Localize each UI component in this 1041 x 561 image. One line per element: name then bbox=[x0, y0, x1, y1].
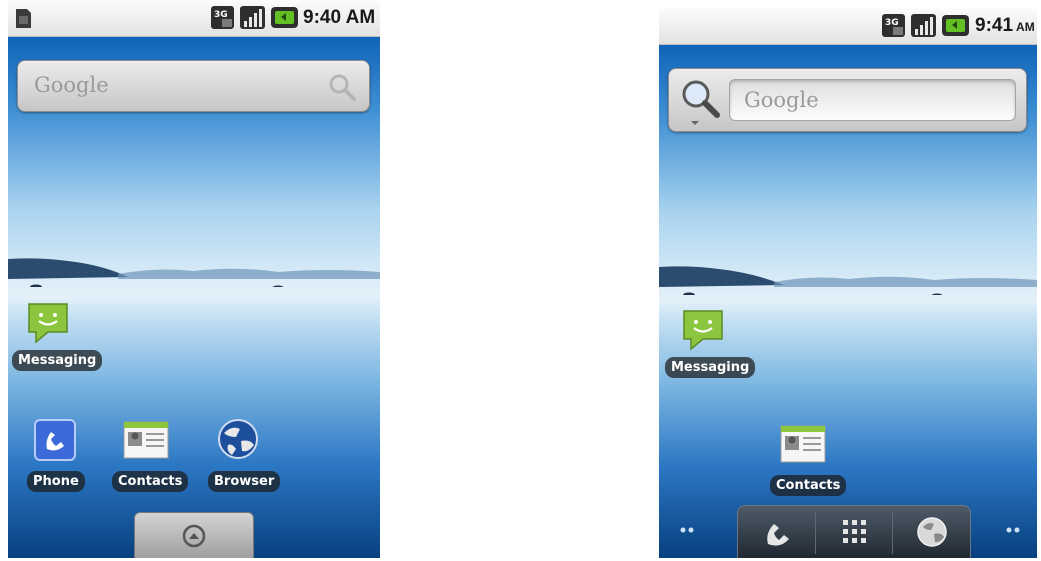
all-apps-grid-icon[interactable] bbox=[841, 518, 869, 546]
app-drawer-handle[interactable] bbox=[134, 512, 254, 558]
search-input[interactable]: Google bbox=[729, 79, 1016, 121]
shortcut-label-contacts[interactable]: Contacts bbox=[770, 475, 847, 496]
shortcut-label-phone[interactable]: Phone bbox=[27, 471, 85, 492]
status-time: 9:40 AM bbox=[303, 7, 376, 28]
dock bbox=[737, 505, 971, 558]
signal-icon bbox=[240, 6, 265, 29]
status-bar: 3G 9:41 AM bbox=[659, 8, 1037, 45]
google-search-widget[interactable]: Google bbox=[668, 68, 1027, 132]
browser-icon[interactable] bbox=[214, 415, 262, 463]
battery-icon bbox=[942, 15, 969, 36]
contacts-icon[interactable] bbox=[779, 424, 827, 464]
phone-icon[interactable] bbox=[33, 418, 77, 462]
3g-icon: 3G bbox=[882, 14, 905, 37]
mountains-graphic bbox=[8, 258, 380, 287]
status-bar: 3G 9:40 AM bbox=[8, 0, 380, 37]
shortcut-label-contacts[interactable]: Contacts bbox=[112, 471, 189, 492]
search-icon[interactable] bbox=[327, 72, 357, 102]
contacts-icon[interactable] bbox=[122, 420, 170, 460]
messaging-icon[interactable] bbox=[681, 307, 725, 351]
battery-icon bbox=[271, 7, 298, 28]
3g-icon: 3G bbox=[211, 6, 234, 29]
search-icon[interactable] bbox=[679, 77, 725, 125]
mountains-graphic bbox=[659, 266, 1037, 295]
signal-icon bbox=[911, 14, 936, 37]
sim-card-icon bbox=[16, 9, 31, 28]
svg-text:3G: 3G bbox=[214, 10, 228, 20]
shortcut-label-messaging[interactable]: Messaging bbox=[12, 350, 103, 371]
browser-icon[interactable] bbox=[915, 515, 949, 549]
svg-text:3G: 3G bbox=[885, 18, 899, 28]
phone-icon[interactable] bbox=[762, 516, 794, 548]
search-placeholder: Google bbox=[34, 73, 109, 97]
google-search-widget[interactable]: Google bbox=[17, 60, 370, 112]
home-screen-right: 3G 9:41 AM Google Messaging Contacts bbox=[659, 8, 1037, 558]
status-time-suffix: AM bbox=[1016, 20, 1035, 34]
page-indicator-icon bbox=[680, 527, 694, 533]
shortcut-label-browser[interactable]: Browser bbox=[208, 471, 281, 492]
search-placeholder: Google bbox=[744, 88, 819, 112]
shortcut-label-messaging[interactable]: Messaging bbox=[665, 357, 756, 378]
status-time: 9:41 AM bbox=[975, 15, 1035, 36]
page-indicator-icon bbox=[1006, 527, 1020, 533]
launcher-icon[interactable] bbox=[179, 523, 209, 549]
messaging-icon[interactable] bbox=[26, 300, 70, 344]
home-screen-left: 3G 9:40 AM Google Messaging Phone Contac… bbox=[8, 0, 380, 558]
